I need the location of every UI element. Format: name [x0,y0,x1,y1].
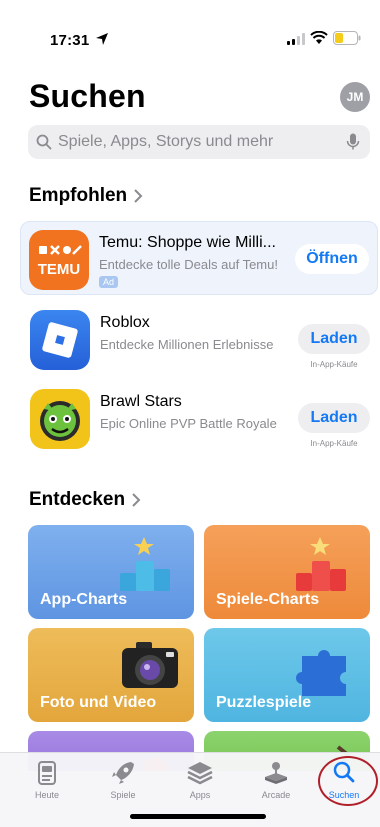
app-subtitle: Entdecke Millionen Erlebnisse [100,337,274,352]
tab-label: Spiele [110,790,136,800]
app-row-brawl-stars[interactable]: Brawl Stars Epic Online PVP Battle Royal… [22,381,378,455]
open-button[interactable]: Öffnen [295,244,369,274]
section-recommended[interactable]: Empfohlen [29,185,143,207]
app-subtitle: Entdecke tolle Deals auf Temu! [99,257,278,272]
battery-icon [333,31,361,45]
brawl-stars-icon [30,389,90,449]
tab-label: Heute [34,790,60,800]
stack-icon [187,762,213,785]
tile-label: App-Charts [40,591,128,608]
search-icon [36,134,52,150]
tile-puzzle-games[interactable]: Puzzlespiele [204,628,370,722]
status-time: 17:31 [50,32,90,49]
in-app-purchases-label: In-App-Käufe [310,360,358,369]
tile-label: Puzzlespiele [216,694,312,711]
in-app-purchases-label: In-App-Käufe [310,439,358,448]
tab-games[interactable]: Spiele [93,760,153,800]
today-icon [38,761,56,785]
tile-photo-video[interactable]: Foto und Video [28,628,194,722]
app-name: Roblox [100,314,150,331]
ad-badge: Ad [99,276,119,288]
status-bar: 17:31 [0,0,380,60]
tab-apps[interactable]: Apps [170,760,230,800]
app-row-temu[interactable]: TEMU Temu: Shoppe wie Milli... Entdecke … [20,221,378,295]
tile-label: Spiele-Charts [216,591,320,608]
location-arrow-icon [96,33,108,45]
rocket-icon [112,762,134,784]
tab-label: Apps [189,790,211,800]
app-row-roblox[interactable]: Roblox Entdecke Millionen Erlebnisse Lad… [22,302,378,376]
roblox-icon [30,310,90,370]
microphone-icon[interactable] [346,133,360,151]
tab-today[interactable]: Heute [17,760,77,800]
app-name: Brawl Stars [100,393,182,410]
get-button[interactable]: Laden [298,324,370,354]
get-button[interactable]: Laden [298,403,370,433]
section-title: Entdecken [29,489,126,510]
tile-app-charts[interactable]: App-Charts [28,525,194,619]
avatar[interactable]: JM [340,82,370,112]
wifi-icon [310,31,328,44]
joystick-icon [265,762,287,784]
search-bar[interactable] [28,125,370,159]
app-subtitle: Epic Online PVP Battle Royale [100,416,277,431]
tile-label: Foto und Video [40,694,157,711]
annotation-circle [318,756,378,806]
tile-game-charts[interactable]: Spiele-Charts [204,525,370,619]
tab-arcade[interactable]: Arcade [246,760,306,800]
home-indicator [130,814,266,819]
svg-text:TEMU: TEMU [38,261,81,278]
section-title: Empfohlen [29,185,128,206]
search-input[interactable] [58,133,346,151]
section-discover[interactable]: Entdecken [29,489,141,511]
chevron-right-icon [132,493,141,507]
app-name: Temu: Shoppe wie Milli... [99,234,276,251]
temu-icon: TEMU [29,230,89,290]
page-title: Suchen [29,78,146,114]
chevron-right-icon [134,189,143,203]
tab-label: Arcade [261,790,291,800]
cellular-signal-icon [287,33,305,45]
